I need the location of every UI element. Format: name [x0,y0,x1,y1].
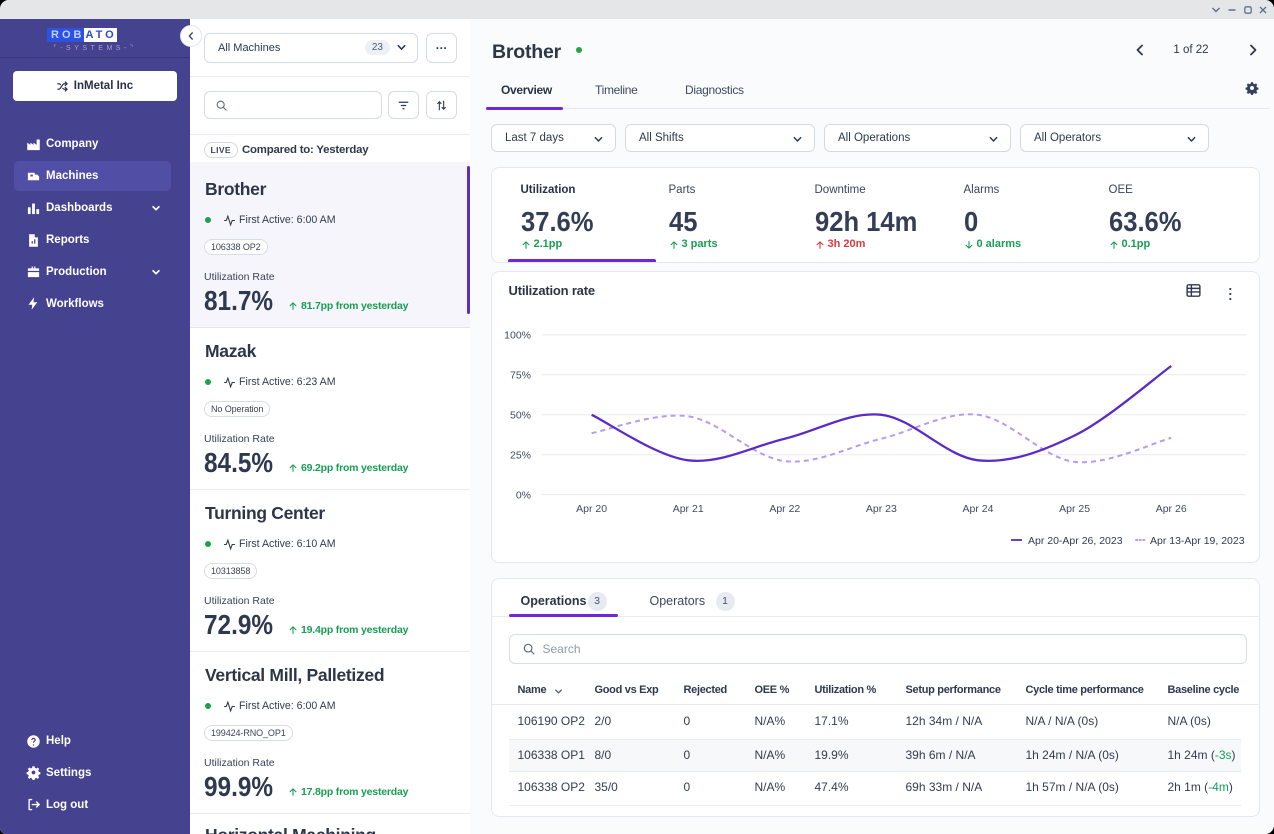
svg-text:25%: 25% [509,450,530,462]
svg-text:Apr 20: Apr 20 [576,503,607,515]
svg-text:Apr 13-Apr 19, 2023: Apr 13-Apr 19, 2023 [1150,535,1245,547]
svg-text:75%: 75% [509,370,530,382]
svg-text:50%: 50% [509,410,530,422]
svg-text:Apr 26: Apr 26 [1155,503,1186,515]
svg-text:0%: 0% [515,490,530,502]
svg-text:Apr 21: Apr 21 [672,503,703,515]
svg-text:Apr 23: Apr 23 [865,503,896,515]
svg-text:Apr 20-Apr 26, 2023: Apr 20-Apr 26, 2023 [1028,535,1123,547]
svg-text:Apr 24: Apr 24 [962,503,993,515]
svg-text:100%: 100% [504,330,531,342]
svg-text:Apr 25: Apr 25 [1059,503,1090,515]
svg-text:Apr 22: Apr 22 [769,503,800,515]
